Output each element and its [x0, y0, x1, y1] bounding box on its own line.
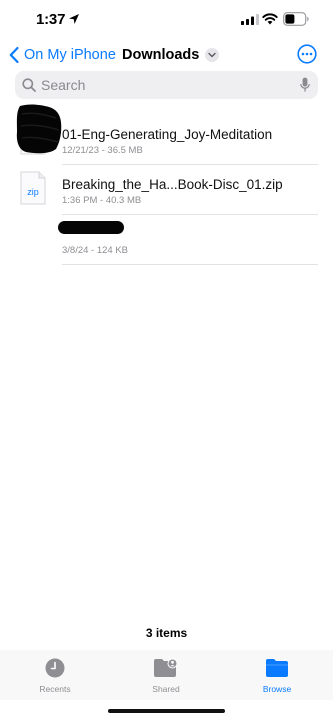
page-title: Downloads — [122, 47, 200, 63]
zip-file-icon: zip — [20, 171, 46, 205]
file-meta: 3/8/24 - 124 KB — [62, 245, 129, 256]
tab-recents[interactable]: Recents — [15, 658, 95, 694]
more-options-icon[interactable] — [297, 44, 317, 64]
status-time: 1:37 — [36, 11, 66, 28]
search-field[interactable]: Search — [15, 71, 318, 99]
navigation-bar: On My iPhone Downloads — [0, 40, 333, 70]
folder-title-menu[interactable]: Downloads — [122, 44, 220, 66]
tab-label: Shared — [152, 684, 180, 694]
shared-folder-icon — [154, 658, 178, 677]
folder-icon — [266, 659, 288, 677]
search-icon — [22, 78, 36, 92]
microphone-icon[interactable] — [300, 77, 310, 93]
tab-label: Recents — [39, 684, 71, 694]
chevron-down-icon — [205, 48, 220, 62]
tab-browse[interactable]: Browse — [237, 658, 317, 694]
redacted-file-name — [58, 221, 124, 234]
tab-shared[interactable]: Shared — [126, 658, 206, 694]
file-row[interactable]: 3/8/24 - 124 KB — [0, 215, 333, 265]
tab-label: Browse — [262, 684, 292, 694]
file-meta: 12/21/23 - 36.5 MB — [62, 145, 143, 156]
back-button-label: On My iPhone — [24, 47, 116, 63]
file-name: 01-Eng-Generating_Joy-Meditation — [62, 127, 273, 142]
tab-bar: Recents Shared Browse — [0, 650, 333, 700]
search-placeholder: Search — [41, 77, 86, 93]
location-arrow-icon — [69, 14, 79, 24]
battery-icon — [283, 12, 309, 26]
item-count: 3 items — [145, 626, 188, 640]
back-button[interactable]: On My iPhone — [8, 44, 116, 66]
home-indicator[interactable] — [108, 709, 225, 713]
file-meta: 1:36 PM - 40.3 MB — [62, 195, 142, 206]
clock-icon — [45, 658, 65, 678]
chevron-left-icon — [9, 46, 19, 64]
file-name: Breaking_the_Ha...Book-Disc_01.zip — [62, 177, 283, 192]
row-divider — [62, 264, 318, 265]
cellular-signal-icon — [241, 14, 259, 25]
redacted-file-icon — [16, 104, 62, 154]
status-bar: 1:37 — [0, 0, 333, 38]
file-row[interactable]: zip Breaking_the_Ha...Book-Disc_01.zip 1… — [0, 165, 333, 215]
zip-label: zip — [27, 187, 39, 197]
wifi-icon — [262, 13, 278, 25]
